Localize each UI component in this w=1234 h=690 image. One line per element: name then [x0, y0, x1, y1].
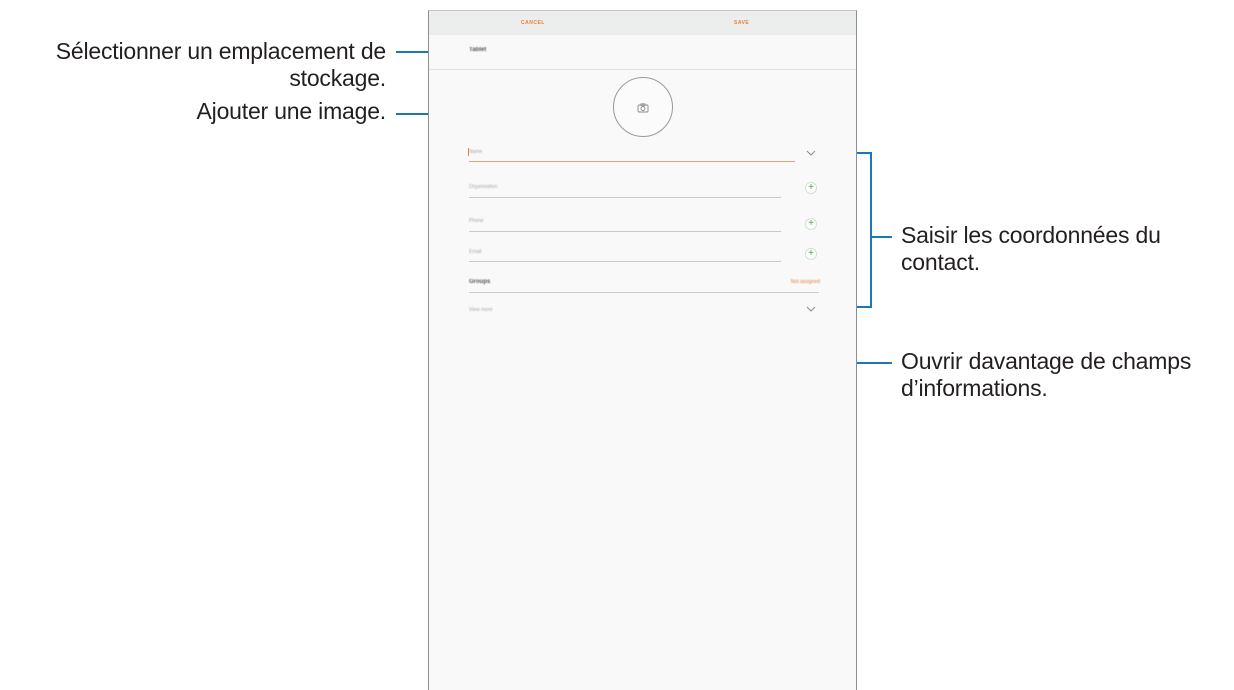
annotation-image-line1: Ajouter une image.	[196, 98, 387, 124]
add-organization-icon[interactable]: +	[805, 182, 817, 194]
leader-contact-bracket	[870, 152, 872, 308]
view-more-label[interactable]: View more	[469, 307, 493, 313]
tablet-screen: CANCEL SAVE Tablet Name Organisation + P…	[428, 10, 857, 690]
annotation-contact-info: Saisir les coordonnées du contact.	[901, 222, 1231, 276]
action-bar: CANCEL SAVE	[429, 11, 856, 35]
annotation-contact-line1: Saisir les coordonnées du	[901, 222, 1161, 248]
annotation-storage-line1: Sélectionner un emplacement de	[55, 38, 386, 64]
email-field-placeholder: Email	[469, 249, 482, 255]
phone-field[interactable]	[469, 231, 781, 232]
organization-field[interactable]	[469, 197, 781, 198]
annotation-storage: Sélectionner un emplacement de stockage.	[0, 38, 386, 92]
view-more-chevron-icon[interactable]	[806, 306, 816, 312]
annotation-image: Ajouter une image.	[0, 98, 387, 125]
groups-value[interactable]: Not assigned	[791, 279, 820, 285]
annotation-more-line1: Ouvrir davantage de champs	[901, 348, 1192, 374]
add-phone-icon[interactable]: +	[805, 218, 817, 230]
save-button[interactable]: SAVE	[734, 11, 749, 35]
add-photo-button[interactable]	[613, 77, 673, 137]
groups-label: Groups	[469, 279, 491, 285]
annotation-more-line2: d’informations.	[901, 375, 1048, 401]
add-email-icon[interactable]: +	[805, 248, 817, 260]
name-field[interactable]	[469, 161, 795, 162]
phone-field-placeholder: Phone	[469, 218, 484, 224]
name-field-placeholder: Name	[469, 149, 483, 155]
groups-divider	[469, 292, 819, 293]
expand-name-chevron-icon[interactable]	[806, 150, 816, 156]
annotation-more-fields: Ouvrir davantage de champs d’information…	[901, 348, 1234, 402]
annotation-storage-line2: stockage.	[289, 65, 386, 91]
storage-location-label: Tablet	[469, 47, 487, 53]
camera-icon	[637, 103, 649, 113]
storage-location-selector[interactable]: Tablet	[429, 35, 856, 70]
cancel-button[interactable]: CANCEL	[521, 11, 545, 35]
email-field[interactable]	[469, 261, 781, 262]
organization-field-placeholder: Organisation	[469, 184, 498, 190]
leader-contact-callout	[870, 236, 892, 238]
annotation-contact-line2: contact.	[901, 249, 980, 275]
